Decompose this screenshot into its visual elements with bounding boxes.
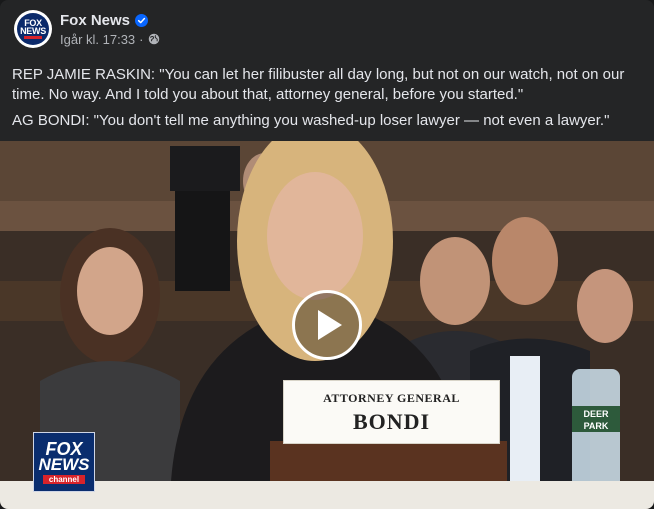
nameplate: ATTORNEY GENERAL BONDI — [283, 380, 500, 444]
fox-news-channel-logo: FOX NEWS channel — [33, 432, 95, 492]
post-text-line-1: REP JAMIE RASKIN: "You can let her filib… — [12, 66, 625, 103]
fox-news-logo-icon: FOX NEWS — [17, 13, 49, 45]
globe-icon[interactable] — [148, 33, 160, 45]
logo-bar — [24, 36, 42, 40]
separator-dot: · — [139, 31, 144, 47]
post-meta: Fox News Igår kl. 17:33 · — [60, 12, 160, 47]
verified-badge-icon — [135, 13, 149, 27]
page-name[interactable]: Fox News — [60, 12, 130, 29]
avatar[interactable]: FOX NEWS — [14, 10, 52, 48]
nameplate-title: ATTORNEY GENERAL — [323, 391, 460, 405]
name-row: Fox News — [60, 12, 160, 29]
post-text: REP JAMIE RASKIN: "You can let her filib… — [12, 65, 642, 137]
post-text-line-2: AG BONDI: "You don't tell me anything yo… — [12, 112, 610, 129]
bottle-label-line1: DEER — [583, 409, 609, 419]
nameplate-name: BONDI — [352, 409, 431, 434]
bug-channel: channel — [42, 474, 86, 484]
avatar-logo-line2: NEWS — [20, 26, 46, 36]
post-subline: Igår kl. 17:33 · — [60, 32, 160, 47]
bug-line2: NEWS — [38, 454, 90, 474]
post-card: FOX NEWS Fox News Igår kl. 17:33 · REP J… — [0, 0, 654, 509]
bottle-label-line2: PARK — [584, 421, 609, 431]
play-icon — [318, 310, 342, 340]
timestamp[interactable]: Igår kl. 17:33 — [60, 32, 135, 47]
post-header: FOX NEWS Fox News Igår kl. 17:33 · — [14, 10, 160, 48]
play-button[interactable] — [292, 290, 362, 360]
video-player[interactable]: DEER PARK ATTORNEY GENERAL BONDI FOX NEW… — [0, 141, 654, 509]
